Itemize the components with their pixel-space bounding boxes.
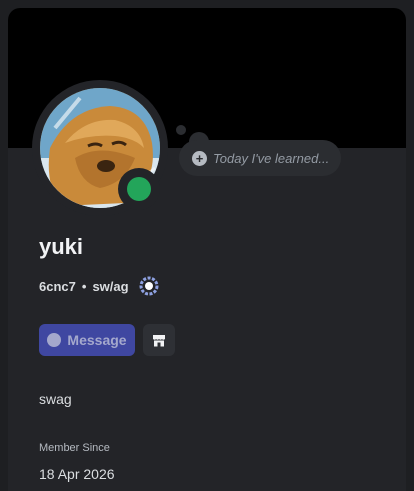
shop-icon (153, 335, 165, 347)
member-since-label: Member Since (39, 442, 110, 454)
online-status-icon (127, 177, 151, 201)
shop-button[interactable] (143, 324, 175, 356)
display-name: yuki (39, 234, 84, 259)
chat-bubble-icon (47, 333, 62, 347)
pronouns: sw/ag (92, 278, 129, 294)
nitro-badge-icon[interactable] (139, 276, 159, 296)
message-button[interactable]: Message (39, 324, 135, 356)
separator: • (81, 278, 87, 294)
custom-status-input[interactable]: + Today I've learned... (179, 140, 341, 176)
custom-status-placeholder: Today I've learned... (213, 150, 330, 166)
username: 6cnc7 (39, 278, 76, 294)
user-tagline: 6cnc7 • sw/ag (39, 276, 159, 296)
thought-bubble-dot-small (176, 125, 186, 135)
profile-card: + Today I've learned... yuki 6cnc7 • sw/… (8, 8, 406, 491)
member-since-date: 18 Apr 2026 (39, 466, 115, 482)
message-button-label: Message (67, 332, 127, 348)
bio-text: swag (39, 391, 72, 407)
plus-circle-icon: + (192, 150, 207, 166)
